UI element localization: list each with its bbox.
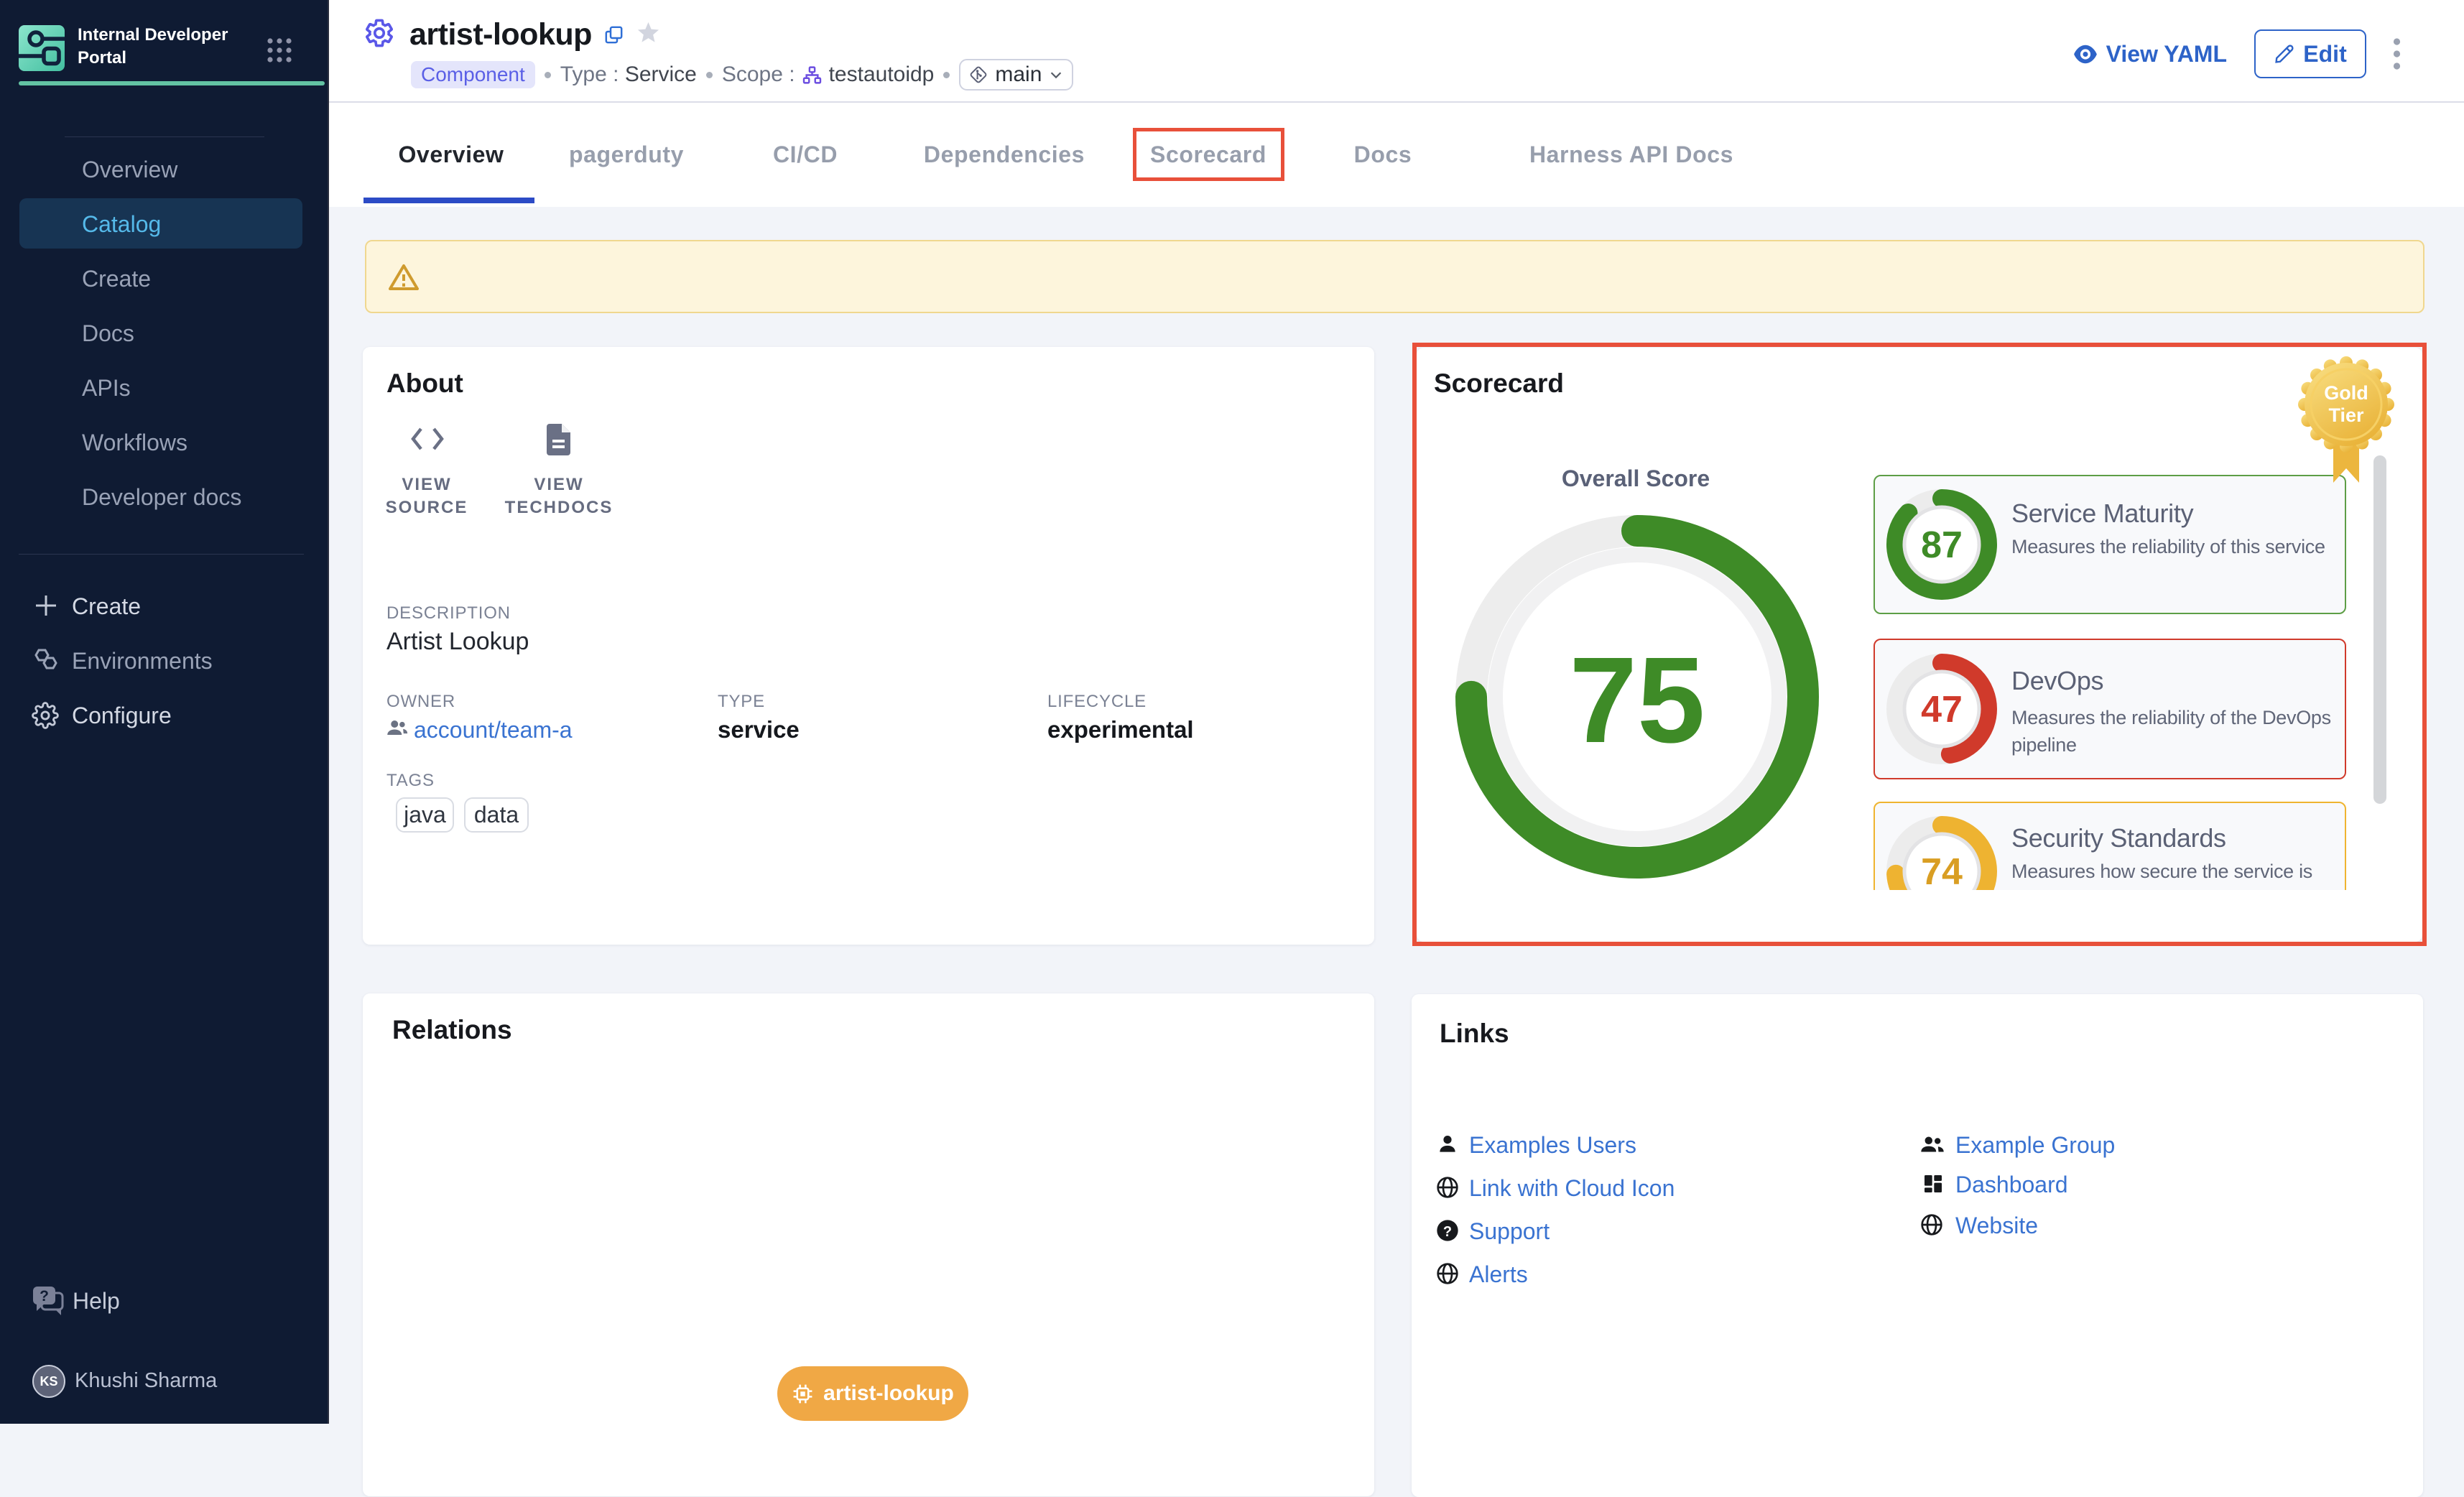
svg-text:?: ? (1443, 1224, 1452, 1240)
svg-text:?: ? (40, 1288, 49, 1304)
